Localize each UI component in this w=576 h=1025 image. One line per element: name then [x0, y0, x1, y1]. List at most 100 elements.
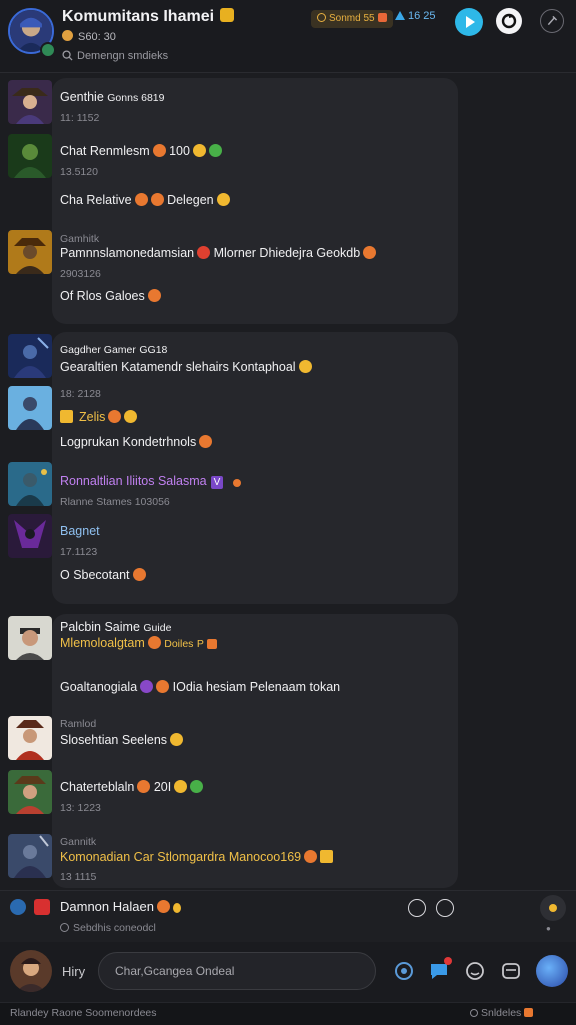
spark-emoji-icon [233, 479, 242, 487]
side-action-button[interactable] [540, 895, 566, 921]
search-bar[interactable]: Demengn smdieks [62, 50, 168, 62]
members-icon [62, 30, 73, 41]
cookie-emoji-icon [156, 680, 170, 693]
notification-badge [444, 957, 452, 965]
avatar[interactable] [8, 716, 52, 760]
message-meta: Gagdher Gamer GG18 [60, 342, 167, 356]
pin-button[interactable] [540, 9, 564, 33]
avatar-image [8, 834, 52, 878]
sender-name: Ramlod [60, 718, 97, 730]
sticker-emoji-icon [147, 289, 161, 302]
avatar-image [8, 80, 52, 124]
flag-icon [524, 1008, 534, 1017]
sender-name: Genthie [60, 90, 104, 104]
fire-emoji-icon [152, 144, 166, 157]
message-extra: P [196, 638, 204, 650]
message-extra: Delegen [167, 193, 214, 207]
message-body: Goaltanogiala [60, 680, 138, 694]
search-placeholder: Demengn smdieks [77, 50, 169, 62]
member-count: S60: 30 [78, 31, 116, 43]
smile-icon [466, 962, 484, 980]
fire-emoji-icon [304, 850, 318, 863]
reply-preview-text: Damnon Halaen [60, 899, 181, 914]
coins-value: Sonmd 55 [329, 13, 375, 24]
attach-button[interactable] [393, 960, 415, 982]
chat-title-text: Komumitans Ihamei [62, 8, 215, 25]
side-action-indicator: ● [546, 924, 551, 933]
chat-subtitle: S60: 30 [62, 30, 116, 43]
avatar[interactable] [8, 770, 52, 814]
chat-bubble-button[interactable] [428, 957, 452, 982]
avatar-image [8, 134, 52, 178]
avatar[interactable] [8, 514, 52, 558]
fire-emoji-icon [363, 246, 377, 259]
sender-tag: GG18 [139, 344, 168, 356]
message-input[interactable] [98, 952, 376, 990]
message-group: Genthie Gonns 6819 11: 1152 Chat Renmles… [52, 78, 458, 324]
message-body: O Sbecotant [60, 568, 130, 582]
message-highlight: Seelens [121, 733, 168, 747]
reply-preview-bar[interactable]: Damnon Halaen Sebdhis coneodcl ● [0, 890, 576, 943]
message-body: Zelis [79, 410, 106, 424]
message-text: Goaltanogiala IOdia hesiam Pelenaam toka… [60, 680, 340, 694]
avatar[interactable] [8, 616, 52, 660]
stats-value: 16 25 [408, 10, 436, 22]
message-extra: 100 [169, 144, 190, 158]
avatar-image [8, 386, 52, 430]
reply-icon [10, 899, 26, 915]
sync-button[interactable] [496, 8, 522, 34]
fire-emoji-icon [150, 193, 164, 206]
sender-tag: Guide [143, 622, 172, 634]
message-text: Zelis [60, 410, 138, 424]
box-emoji-icon [206, 639, 217, 649]
grin-emoji-icon [124, 410, 138, 423]
sender-name: Palcbin Saime [60, 620, 140, 634]
profile-button[interactable] [536, 955, 568, 987]
user-avatar-image [10, 950, 52, 992]
sender-name: Bagnet [60, 524, 100, 538]
trophy-emoji-icon [60, 410, 73, 423]
sync-icon [501, 13, 517, 29]
user-avatar[interactable] [10, 950, 52, 992]
message-time: 18: 2128 [60, 388, 101, 400]
message-body: Cha Relative [60, 193, 132, 207]
avatar[interactable] [8, 334, 52, 378]
smile-emoji-icon [192, 144, 206, 157]
avatar[interactable] [8, 386, 52, 430]
avatar-image [8, 716, 52, 760]
emoji-picker-button[interactable] [464, 960, 486, 982]
fire-emoji-icon [147, 636, 161, 649]
message-time: 13 1115 [60, 871, 97, 883]
message-group: Gagdher Gamer GG18 Gearaltien Katamendr … [52, 332, 458, 604]
message-text: Chat Renmlesm 100 [60, 144, 222, 158]
stats-indicator[interactable]: 16 25 [394, 10, 436, 22]
message-time: 2903126 [60, 268, 101, 280]
sender-name: Gannitk [60, 836, 97, 848]
avatar[interactable] [8, 80, 52, 124]
status-footer: Rlandey Raone Soomenordees Snldeles [0, 1002, 576, 1025]
message-body: Slosehtian [60, 733, 119, 747]
avatar[interactable] [8, 134, 52, 178]
sender-tag: V [210, 476, 224, 489]
sender-name: Gagdher Gamer [60, 344, 136, 356]
footer-settings-label: Snldeles [481, 1007, 522, 1019]
search-icon [62, 50, 73, 61]
coins-pill[interactable]: Sonmd 55 [311, 10, 393, 28]
play-button[interactable] [455, 8, 483, 36]
avatar[interactable] [8, 230, 52, 274]
react-button[interactable] [408, 899, 426, 917]
avatar[interactable] [8, 462, 52, 506]
message-text: Of Rlos Galoes [60, 289, 161, 303]
target-emoji-icon [197, 246, 211, 259]
emoji-button[interactable] [436, 899, 454, 917]
pin-icon [547, 15, 558, 26]
status-icon [60, 923, 69, 932]
coin-icon [317, 13, 326, 22]
cookie-emoji-icon [199, 435, 213, 448]
message-highlight: Mlorner Dhiedejra Geokdb [213, 246, 361, 260]
avatar[interactable] [8, 834, 52, 878]
message-composer: Hiry [0, 942, 576, 1002]
footer-settings[interactable]: Snldeles [470, 1007, 534, 1019]
sticker-button[interactable] [500, 960, 522, 982]
message-feed[interactable]: Genthie Gonns 6819 11: 1152 Chat Renmles… [0, 72, 576, 890]
